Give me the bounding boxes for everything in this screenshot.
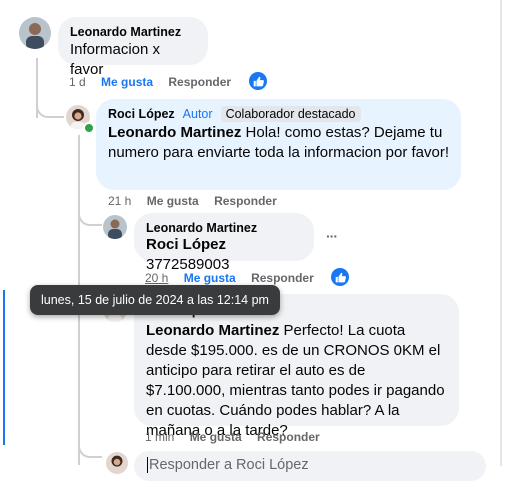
comment-bubble: Leonardo Martinez Roci López 3772589003 [134,213,314,273]
comment-author[interactable]: Roci López [108,107,175,121]
like-button[interactable]: Me gusta [190,430,242,444]
comment-bubble: Leonardo Martinez Informacion x favor [58,17,208,78]
mention-link[interactable]: Leonardo Martinez [108,124,241,141]
reply-input[interactable]: Responder a Roci López [134,451,486,481]
avatar[interactable] [103,215,127,239]
comment-bubble: Roci López Autor Colaborador destacado L… [96,99,461,190]
mention-link[interactable]: Roci López [146,236,226,253]
comment-text: Leonardo Martinez Perfecto! La cuota des… [146,321,447,441]
comment-text: Informacion x favor [70,41,161,78]
scrollbar[interactable] [500,0,502,466]
more-options-icon[interactable]: ··· [326,228,338,244]
thumbs-up-icon [249,72,267,90]
comment-actions: 1 min Me gusta Responder [145,430,332,444]
comment-actions: 20 h Me gusta Responder [145,271,326,285]
reply-input-placeholder: Responder a Roci López [149,457,309,473]
comment-time[interactable]: 20 h [145,271,168,285]
avatar[interactable] [19,17,51,49]
comment-actions: 1 d Me gusta Responder [69,75,243,89]
thumbs-up-icon [331,268,349,286]
comment-text: Roci López 3772589003 [146,235,302,275]
comment-author[interactable]: Leonardo Martinez [70,25,196,39]
thread-connector-3 [78,440,102,458]
thread-connector-2 [78,208,102,226]
comment-author[interactable]: Leonardo Martinez [146,221,302,235]
comment-time[interactable]: 1 min [145,430,174,444]
comment-time[interactable]: 1 d [69,75,86,89]
comment-text: Leonardo Martinez Hola! como estas? Deja… [108,123,449,163]
reply-button[interactable]: Responder [257,430,320,444]
reply-button[interactable]: Responder [168,75,231,89]
comment-body: Perfecto! La cuota desde $195.000. es de… [146,322,445,439]
like-button[interactable]: Me gusta [184,271,236,285]
online-indicator [83,122,95,134]
thread-connector [36,100,64,118]
mention-link[interactable]: Leonardo Martinez [146,322,279,339]
avatar [106,452,128,474]
like-button[interactable]: Me gusta [101,75,153,89]
author-tag: Autor [182,107,213,121]
like-button[interactable]: Me gusta [147,194,199,208]
reply-button[interactable]: Responder [251,271,314,285]
comment-time[interactable]: 21 h [108,194,131,208]
reply-button[interactable]: Responder [214,194,277,208]
comment-actions: 21 h Me gusta Responder [108,194,289,208]
timestamp-tooltip: lunes, 15 de julio de 2024 a las 12:14 p… [30,285,280,315]
text-cursor [147,457,148,473]
thread-line-left [3,290,5,445]
author-badge[interactable]: Colaborador destacado [220,106,361,122]
